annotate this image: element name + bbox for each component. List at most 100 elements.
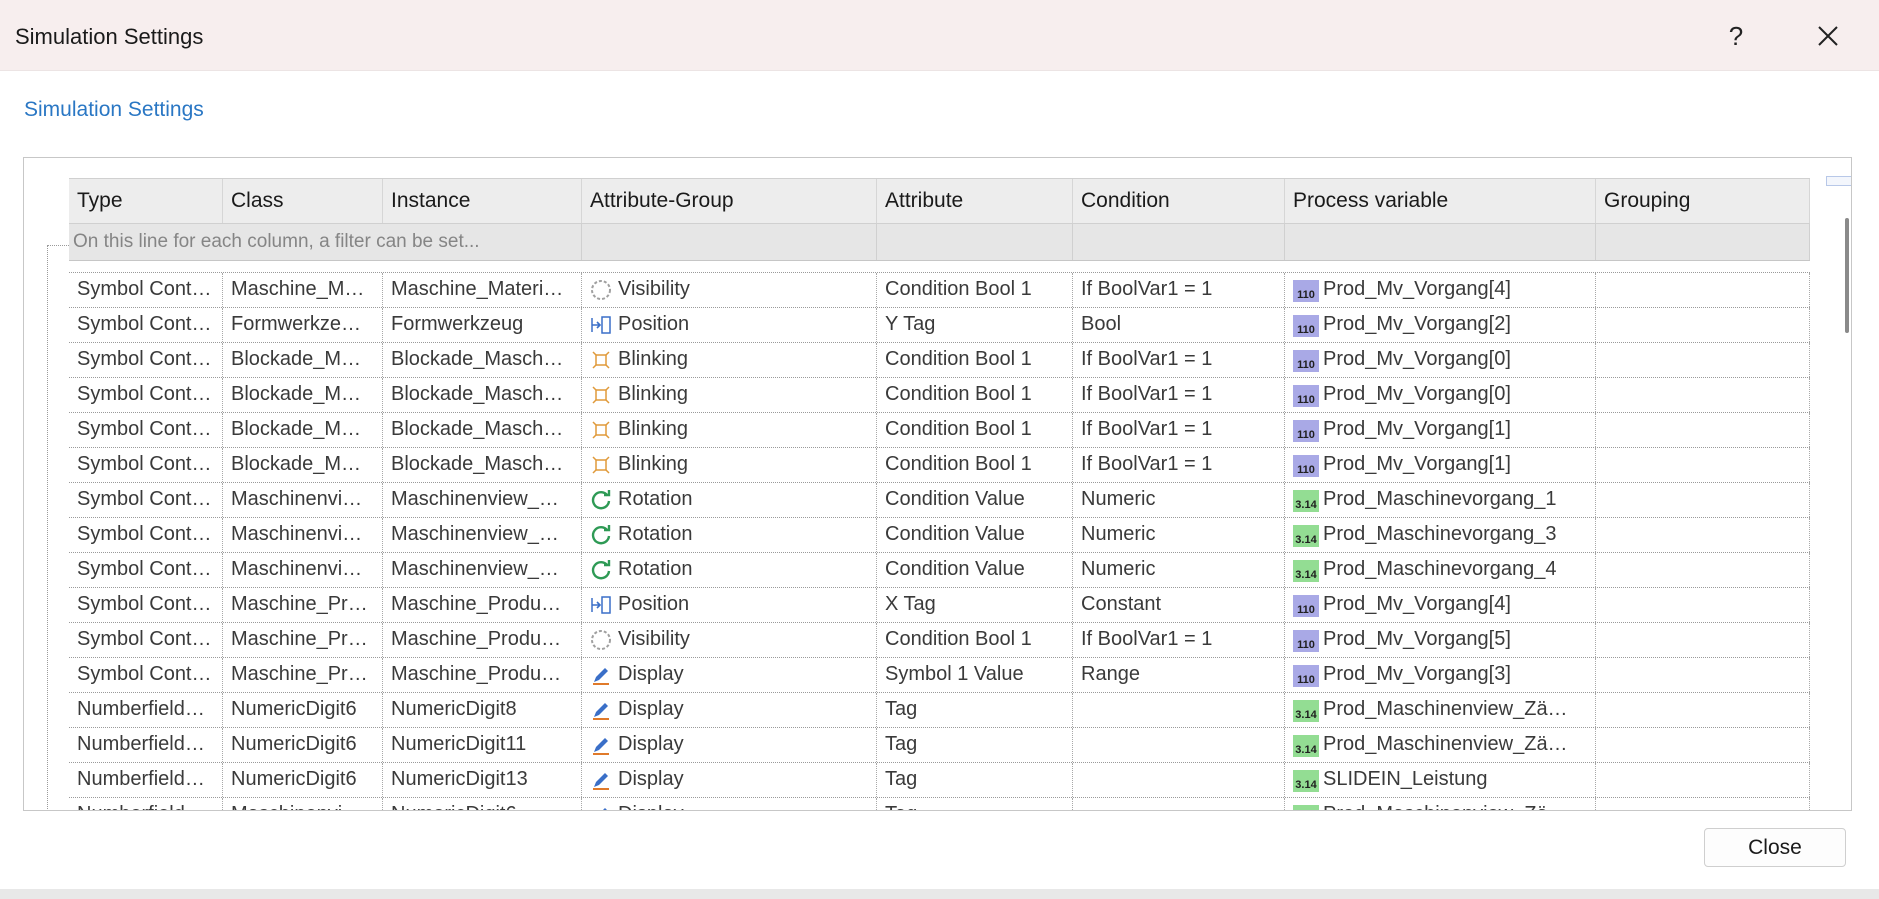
cell-attribute-group[interactable]: Blinking: [582, 448, 877, 482]
integer-type-icon: 110: [1293, 630, 1319, 652]
help-button[interactable]: ?: [1710, 14, 1762, 58]
column-header-attribute[interactable]: Attribute: [877, 179, 1073, 223]
column-header-grouping[interactable]: Grouping: [1596, 179, 1810, 223]
attribute-text: Condition Bool 1: [885, 348, 1032, 370]
cell-attribute-group[interactable]: Display: [582, 658, 877, 692]
cell-attribute-group[interactable]: Blinking: [582, 413, 877, 447]
cell-class: NumericDigit6: [223, 728, 383, 762]
table-row[interactable]: Symbol Cont… Maschine_Pr… Maschine_Produ… V…: [69, 623, 1810, 658]
vertical-scrollbar[interactable]: [1820, 158, 1851, 810]
table-row[interactable]: Numberfield… NumericDigit6 NumericDigit13 D…: [69, 763, 1810, 798]
cell-condition: If BoolVar1 = 1: [1073, 448, 1285, 482]
position-icon: [591, 596, 611, 614]
cell-attribute-group[interactable]: Display: [582, 728, 877, 762]
instance-text: Formwerkzeug: [391, 313, 524, 335]
position-icon: [591, 316, 611, 334]
table-row[interactable]: Symbol Cont… Maschine_Pr… Maschine_Produ… P…: [69, 588, 1810, 623]
table-row[interactable]: Symbol Cont… Blockade_M… Blockade_Masch… Bl…: [69, 343, 1810, 378]
filter-cell-attribute[interactable]: [877, 224, 1073, 260]
cell-grouping: [1596, 483, 1810, 517]
column-header-class[interactable]: Class: [223, 179, 383, 223]
column-header-condition[interactable]: Condition: [1073, 179, 1285, 223]
table-row[interactable]: Numberfield… NumericDigit6 NumericDigit11 D…: [69, 728, 1810, 763]
cell-attribute-group[interactable]: Blinking: [582, 343, 877, 377]
process-variable-text: Prod_Maschinenview_Zä…: [1323, 733, 1568, 755]
cell-class: Maschine_M…: [223, 273, 383, 307]
cell-class: NumericDigit6: [223, 693, 383, 727]
attribute-group-text: Rotation: [618, 523, 693, 545]
filter-cell-condition[interactable]: [1073, 224, 1285, 260]
cell-condition: Bool: [1073, 308, 1285, 342]
cell-attribute-group[interactable]: Position: [582, 588, 877, 622]
cell-attribute-group[interactable]: Rotation: [582, 483, 877, 517]
attribute-text: Y Tag: [885, 313, 936, 335]
attribute-text: Condition Value: [885, 488, 1025, 510]
table-row[interactable]: Symbol Cont… Blockade_M… Blockade_Masch… Bl…: [69, 413, 1810, 448]
cell-process-variable: 3.14Prod_Maschinenview_Zä…: [1285, 693, 1596, 727]
cell-class: Blockade_M…: [223, 448, 383, 482]
cell-attribute: Condition Bool 1: [877, 343, 1073, 377]
cell-instance: NumericDigit6: [383, 798, 582, 810]
cell-type: Numberfield…: [69, 763, 223, 797]
blinking-icon: [592, 386, 610, 404]
cell-attribute-group[interactable]: Position: [582, 308, 877, 342]
scrollbar-thumb[interactable]: [1845, 218, 1849, 333]
section-title-link[interactable]: Simulation Settings: [24, 98, 204, 122]
column-header-process-variable[interactable]: Process variable: [1285, 179, 1596, 223]
cell-attribute-group[interactable]: Display: [582, 693, 877, 727]
table-row[interactable]: Symbol Cont… Blockade_M… Blockade_Masch… Bl…: [69, 378, 1810, 413]
table-row[interactable]: Symbol Cont… Blockade_M… Blockade_Masch… Bl…: [69, 448, 1810, 483]
float-type-icon: 3.14: [1293, 735, 1319, 757]
cell-class: Blockade_M…: [223, 413, 383, 447]
close-button[interactable]: Close: [1704, 828, 1846, 867]
cell-attribute-group[interactable]: Rotation: [582, 518, 877, 552]
cell-type: Symbol Cont…: [69, 658, 223, 692]
table-row[interactable]: Symbol Cont… Maschine_Pr… Maschine_Produ… D…: [69, 658, 1810, 693]
attribute-text: Condition Bool 1: [885, 278, 1032, 300]
cell-attribute-group[interactable]: Visibility: [582, 623, 877, 657]
column-header-attribute-group[interactable]: Attribute-Group: [582, 179, 877, 223]
filter-row[interactable]: On this line for each column, a filter c…: [69, 224, 1810, 261]
integer-type-icon: 110: [1293, 455, 1319, 477]
process-variable-text: SLIDEIN_Leistung: [1323, 768, 1488, 790]
cell-attribute-group[interactable]: Display: [582, 798, 877, 810]
cell-condition: Numeric: [1073, 483, 1285, 517]
filter-cell-process-variable[interactable]: [1285, 224, 1596, 260]
cell-attribute-group[interactable]: Display: [582, 763, 877, 797]
cell-attribute: Tag: [877, 798, 1073, 810]
process-variable-text: Prod_Mv_Vorgang[0]: [1323, 348, 1511, 370]
cell-type: Symbol Cont…: [69, 378, 223, 412]
table-row[interactable]: Symbol Cont… Maschine_M… Maschine_Materi… V…: [69, 273, 1810, 308]
dialog-title: Simulation Settings: [15, 24, 204, 49]
column-header-type[interactable]: Type: [69, 179, 223, 223]
table-row[interactable]: Symbol Cont… Maschinenvi… Maschinenview_… R…: [69, 518, 1810, 553]
cell-instance: Blockade_Masch…: [383, 413, 582, 447]
integer-type-icon: 110: [1293, 315, 1319, 337]
rotation-icon: [591, 525, 611, 545]
filter-hint[interactable]: On this line for each column, a filter c…: [69, 224, 582, 260]
table-row[interactable]: Numberfield… Maschinenvi… NumericDigit6 Dis…: [69, 798, 1810, 810]
table-row[interactable]: Symbol Cont… Maschinenvi… Maschinenview_… R…: [69, 483, 1810, 518]
filter-cell-attribute-group[interactable]: [582, 224, 877, 260]
cell-attribute-group[interactable]: Visibility: [582, 273, 877, 307]
scroll-up-button[interactable]: [1826, 176, 1851, 186]
cell-class: Blockade_M…: [223, 378, 383, 412]
attribute-group-text: Blinking: [618, 348, 689, 370]
instance-text: NumericDigit13: [391, 768, 528, 790]
cell-attribute-group[interactable]: Blinking: [582, 378, 877, 412]
process-variable-text: Prod_Mv_Vorgang[4]: [1323, 278, 1511, 300]
filter-cell-grouping[interactable]: [1596, 224, 1810, 260]
table-row[interactable]: Symbol Cont… Maschinenvi… Maschinenview_… R…: [69, 553, 1810, 588]
cell-class: NumericDigit6: [223, 763, 383, 797]
condition-text: Numeric: [1081, 523, 1156, 545]
attribute-group-text: Rotation: [618, 488, 693, 510]
table-row[interactable]: Symbol Cont… Formwerkze… Formwerkzeug Posit…: [69, 308, 1810, 343]
table-row[interactable]: Numberfield… NumericDigit6 NumericDigit8 Di…: [69, 693, 1810, 728]
cell-attribute-group[interactable]: Rotation: [582, 553, 877, 587]
attribute-group-text: Blinking: [618, 453, 689, 475]
close-window-button[interactable]: [1802, 14, 1854, 58]
attribute-group-text: Display: [618, 768, 684, 790]
column-header-instance[interactable]: Instance: [383, 179, 582, 223]
type-text: Symbol Cont…: [77, 383, 212, 405]
float-type-icon: 3.14: [1293, 770, 1319, 792]
